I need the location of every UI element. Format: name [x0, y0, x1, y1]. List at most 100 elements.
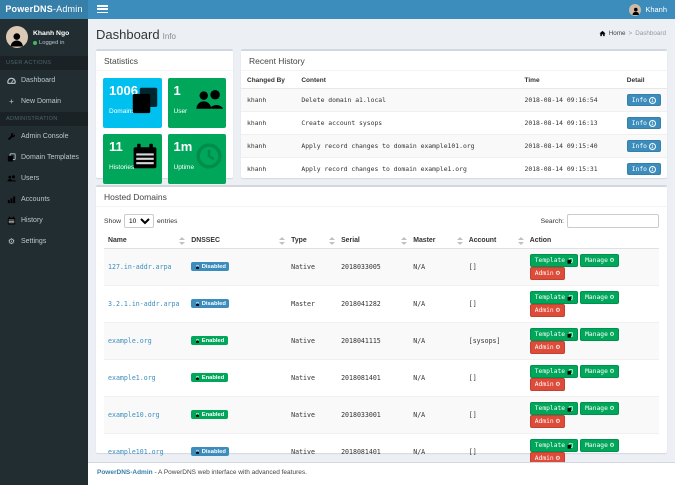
domain-link[interactable]: example10.org [108, 411, 160, 419]
clone-icon [567, 295, 573, 301]
lock-icon [195, 264, 200, 270]
sidebar-item-dashboard[interactable]: Dashboard [0, 70, 88, 91]
table-row: khanh Create account sysops 2018-08-14 0… [241, 112, 667, 135]
sidebar-toggle-icon[interactable] [97, 5, 108, 14]
sidebar-item-settings[interactable]: Settings [0, 231, 88, 252]
info-icon [649, 97, 656, 104]
sort-icon [279, 237, 285, 245]
column-header-serial[interactable]: Serial [337, 233, 409, 249]
user-menu[interactable]: Khanh [629, 0, 667, 19]
domain-link[interactable]: example.org [108, 337, 152, 345]
table-row: khanh Apply record changes to domain exa… [241, 158, 667, 181]
sort-icon [457, 237, 463, 245]
stat-users: 1 User [168, 78, 227, 128]
sidebar-item-new-domain[interactable]: + New Domain [0, 91, 88, 112]
domain-link[interactable]: example1.org [108, 374, 156, 382]
breadcrumb-home-link[interactable]: Home [609, 30, 626, 37]
sidebar-item-history[interactable]: History [0, 210, 88, 231]
lock-icon [195, 449, 200, 455]
users-icon [7, 174, 16, 183]
column-header: Time [519, 73, 621, 89]
sidebar-user-panel: Khanh Ngo Logged in [0, 19, 88, 56]
template-button[interactable]: Template [530, 328, 578, 341]
info-icon [649, 120, 656, 127]
stat-domains: 1006 Domains [103, 78, 162, 128]
statistics-panel: Statistics 1006 Domains 1 User 11 Histor… [96, 49, 233, 178]
gear-icon [556, 418, 560, 425]
table-row: 127.in-addr.arpa Disabled Native 2018033… [104, 249, 659, 286]
clone-icon [567, 258, 573, 264]
stat-histories: 11 Histories [103, 134, 162, 184]
admin-button[interactable]: Admin [530, 267, 565, 280]
statistics-title: Statistics [96, 51, 233, 71]
gear-icon [7, 237, 16, 246]
dnssec-badge: Enabled [191, 336, 228, 345]
domain-link[interactable]: 3.2.1.in-addr.arpa [108, 300, 179, 308]
table-row: example101.org Disabled Native 201808140… [104, 434, 659, 463]
manage-button[interactable]: Manage [580, 365, 619, 378]
column-header-action: Action [526, 233, 659, 249]
column-header-dnssec[interactable]: DNSSEC [187, 233, 287, 249]
sidebar-item-users[interactable]: Users [0, 168, 88, 189]
manage-button[interactable]: Manage [580, 439, 619, 452]
users-icon [195, 86, 223, 114]
recent-history-title: Recent History [241, 51, 667, 71]
sort-icon [401, 237, 407, 245]
sidebar-item-accounts[interactable]: Accounts [0, 189, 88, 210]
page-size-select[interactable]: 10 [124, 214, 154, 228]
chart-bar-icon [7, 195, 16, 204]
template-button[interactable]: Template [530, 291, 578, 304]
info-button[interactable]: Info [627, 163, 661, 175]
admin-button[interactable]: Admin [530, 415, 565, 428]
sidebar-section-administration: ADMINISTRATION [0, 112, 88, 126]
manage-button[interactable]: Manage [580, 328, 619, 341]
app-logo[interactable]: PowerDNS-Admin [0, 0, 88, 19]
breadcrumb: Home > Dashboard [599, 30, 666, 37]
info-button[interactable]: Info [627, 117, 661, 129]
info-button[interactable]: Info [627, 94, 661, 106]
table-row: khanh Delete domain a1.local 2018-08-14 … [241, 89, 667, 112]
gear-icon [610, 331, 614, 338]
admin-button[interactable]: Admin [530, 304, 565, 317]
domain-link[interactable]: example101.org [108, 448, 164, 456]
admin-button[interactable]: Admin [530, 452, 565, 462]
clone-icon [567, 406, 573, 412]
column-header-name[interactable]: Name [104, 233, 187, 249]
info-button[interactable]: Info [627, 140, 661, 152]
manage-button[interactable]: Manage [580, 402, 619, 415]
entries-label: entries [157, 218, 177, 225]
navbar-username: Khanh [645, 5, 667, 14]
template-button[interactable]: Template [530, 402, 578, 415]
breadcrumb-separator: > [629, 30, 633, 37]
gear-icon [556, 344, 560, 351]
column-header-master[interactable]: Master [409, 233, 465, 249]
sort-icon [179, 237, 185, 245]
gear-icon [610, 294, 614, 301]
sidebar-item-domain-templates[interactable]: Domain Templates [0, 147, 88, 168]
logo-bold: PowerDNS [5, 4, 53, 14]
gear-icon [556, 455, 560, 462]
clock-icon [195, 142, 223, 170]
column-header: Changed By [241, 73, 295, 89]
template-button[interactable]: Template [530, 254, 578, 267]
admin-button[interactable]: Admin [530, 378, 565, 391]
template-button[interactable]: Template [530, 365, 578, 378]
dnssec-badge: Disabled [191, 299, 229, 308]
search-input[interactable] [567, 214, 659, 228]
manage-button[interactable]: Manage [580, 291, 619, 304]
info-icon [649, 143, 656, 150]
table-row: 3.2.1.in-addr.arpa Disabled Master 20180… [104, 286, 659, 323]
admin-button[interactable]: Admin [530, 341, 565, 354]
column-header-type[interactable]: Type [287, 233, 337, 249]
dnssec-badge: Enabled [191, 373, 228, 382]
gear-icon [610, 257, 614, 264]
domain-link[interactable]: 127.in-addr.arpa [108, 263, 172, 271]
clone-icon [567, 332, 573, 338]
sidebar-item-admin-console[interactable]: Admin Console [0, 126, 88, 147]
manage-button[interactable]: Manage [580, 254, 619, 267]
gear-icon [556, 381, 560, 388]
column-header-account[interactable]: Account [465, 233, 526, 249]
top-navbar: PowerDNS-Admin Khanh [0, 0, 675, 19]
table-row: example10.org Enabled Native 2018033001 … [104, 397, 659, 434]
template-button[interactable]: Template [530, 439, 578, 452]
